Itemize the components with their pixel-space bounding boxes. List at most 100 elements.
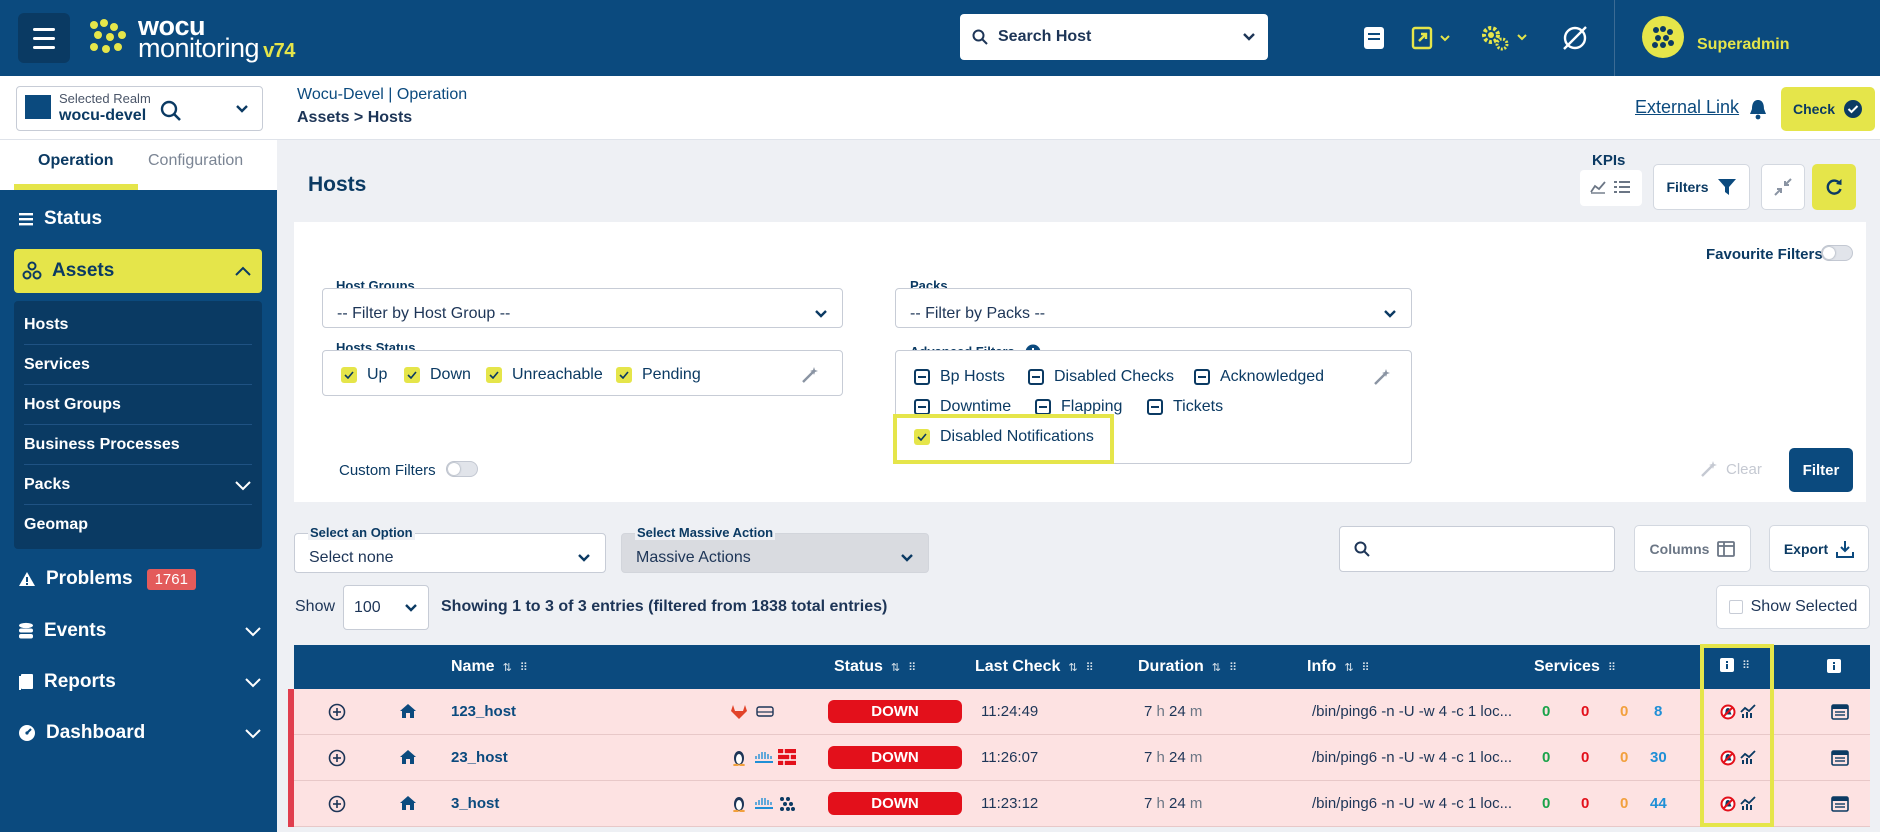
- column-header-duration[interactable]: Duration ⇅ ⠿: [1138, 658, 1237, 676]
- refresh-button[interactable]: [1812, 164, 1856, 210]
- show-selected-toggle[interactable]: Show Selected: [1716, 585, 1870, 629]
- drag-handle-icon[interactable]: ⠿: [1608, 661, 1616, 674]
- realm-search-icon[interactable]: [159, 99, 183, 123]
- sidebar-item-label: Assets: [52, 260, 115, 281]
- table-row[interactable]: 123_host DOWN 11:24:49 7 h 24 m /bin/pin…: [288, 689, 1870, 735]
- advanced-checkbox-acknowledged[interactable]: Acknowledged: [1194, 368, 1324, 386]
- filters-button[interactable]: Filters: [1653, 164, 1750, 210]
- services-total-count[interactable]: 8: [1654, 703, 1662, 720]
- drag-handle-icon[interactable]: ⠿: [908, 661, 916, 674]
- favourite-filters-toggle[interactable]: [1821, 245, 1853, 261]
- sidebar-item-dashboard[interactable]: Dashboard: [18, 718, 261, 748]
- details-icon[interactable]: [1831, 796, 1849, 812]
- details-icon[interactable]: [1831, 704, 1849, 720]
- table-row[interactable]: 23_host DOWN 11:26:07 7 h 24 m /bin/ping…: [288, 735, 1870, 781]
- info-square-icon[interactable]: [1827, 659, 1841, 673]
- chevron-down-icon[interactable]: [235, 104, 249, 114]
- columns-button[interactable]: Columns: [1634, 525, 1751, 572]
- page-size-select[interactable]: 100: [343, 585, 429, 630]
- drag-handle-icon[interactable]: ⠿: [1362, 661, 1370, 674]
- services-total-count[interactable]: 30: [1650, 749, 1667, 766]
- collapse-button[interactable]: [1761, 164, 1805, 210]
- column-header-name[interactable]: Name ⇅ ⠿: [451, 658, 528, 676]
- services-ok-count[interactable]: 0: [1542, 749, 1550, 766]
- filter-button[interactable]: Filter: [1789, 448, 1853, 492]
- settings-gears-icon[interactable]: [1480, 20, 1530, 56]
- magic-wand-icon[interactable]: [801, 366, 819, 384]
- user-avatar[interactable]: [1642, 16, 1684, 58]
- breadcrumb-context[interactable]: Wocu-Devel | Operation: [297, 86, 467, 104]
- open-external-icon[interactable]: [1410, 20, 1454, 56]
- kpis-toggle[interactable]: [1580, 170, 1642, 206]
- sidebar-item-packs[interactable]: Packs: [24, 465, 252, 505]
- status-checkbox-pending[interactable]: Pending: [616, 366, 701, 384]
- sort-icon[interactable]: ⇅: [1068, 661, 1077, 674]
- drag-handle-icon[interactable]: ⠿: [1229, 661, 1237, 674]
- services-total-count[interactable]: 44: [1650, 795, 1667, 812]
- disable-monitoring-icon[interactable]: [1560, 20, 1590, 56]
- status-checkbox-unreachable[interactable]: Unreachable: [486, 366, 603, 384]
- services-ok-count[interactable]: 0: [1542, 703, 1550, 720]
- status-checkbox-down[interactable]: Down: [404, 366, 471, 384]
- notes-icon[interactable]: [1362, 20, 1386, 56]
- table-row[interactable]: 3_host DOWN 11:23:12 7 h 24 m /bin/ping6…: [288, 781, 1870, 827]
- sort-icon[interactable]: ⇅: [1212, 661, 1221, 674]
- column-header-status[interactable]: Status ⇅ ⠿: [834, 658, 916, 676]
- services-ok-count[interactable]: 0: [1542, 795, 1550, 812]
- menu-toggle-button[interactable]: [18, 13, 70, 63]
- custom-filters-toggle[interactable]: [446, 461, 478, 477]
- sidebar-item-status[interactable]: Status: [18, 204, 102, 234]
- services-warning-count[interactable]: 0: [1620, 749, 1628, 766]
- host-name-link[interactable]: 23_host: [451, 749, 508, 766]
- host-groups-select[interactable]: -- Filter by Host Group --: [322, 288, 843, 328]
- advanced-checkbox-bp-hosts[interactable]: Bp Hosts: [914, 368, 1005, 386]
- sidebar-item-services[interactable]: Services: [24, 345, 252, 385]
- sidebar-item-events[interactable]: Events: [18, 616, 261, 646]
- sidebar-item-assets[interactable]: Assets: [14, 249, 262, 293]
- sort-icon[interactable]: ⇅: [891, 661, 900, 674]
- services-critical-count[interactable]: 0: [1581, 703, 1589, 720]
- check-button[interactable]: Check: [1781, 87, 1875, 131]
- sidebar-item-business-processes[interactable]: Business Processes: [24, 425, 252, 465]
- clear-button[interactable]: Clear: [1700, 460, 1762, 478]
- services-warning-count[interactable]: 0: [1620, 703, 1628, 720]
- drag-handle-icon[interactable]: ⠿: [1086, 661, 1094, 674]
- bell-icon[interactable]: [1748, 98, 1768, 120]
- services-warning-count[interactable]: 0: [1620, 795, 1628, 812]
- expand-row-icon[interactable]: [328, 795, 346, 813]
- realm-selector[interactable]: Selected Realm wocu-devel: [16, 86, 263, 131]
- advanced-checkbox-tickets[interactable]: Tickets: [1147, 398, 1223, 416]
- host-name-link[interactable]: 3_host: [451, 795, 499, 812]
- column-header-info[interactable]: Info ⇅ ⠿: [1307, 658, 1370, 676]
- expand-row-icon[interactable]: [328, 749, 346, 767]
- search-host-select[interactable]: Search Host: [960, 14, 1268, 60]
- drag-handle-icon[interactable]: ⠿: [520, 661, 528, 674]
- sort-icon[interactable]: ⇅: [1344, 661, 1353, 674]
- sidebar-item-geomap[interactable]: Geomap: [24, 505, 252, 545]
- packs-select[interactable]: -- Filter by Packs --: [895, 288, 1412, 328]
- external-link[interactable]: External Link: [1635, 97, 1739, 118]
- sidebar-item-reports[interactable]: Reports: [18, 667, 261, 697]
- column-header-last-check[interactable]: Last Check ⇅ ⠿: [975, 658, 1094, 676]
- sort-icon[interactable]: ⇅: [503, 661, 512, 674]
- user-name[interactable]: Superadmin: [1697, 36, 1789, 54]
- advanced-checkbox-disabled-checks[interactable]: Disabled Checks: [1028, 368, 1174, 386]
- sidebar-item-host-groups[interactable]: Host Groups: [24, 385, 252, 425]
- tab-configuration[interactable]: Configuration: [148, 152, 243, 170]
- expand-row-icon[interactable]: [328, 703, 346, 721]
- magic-wand-icon[interactable]: [1373, 368, 1391, 386]
- status-checkbox-up[interactable]: Up: [341, 366, 387, 384]
- column-header-services[interactable]: Services ⠿: [1534, 658, 1616, 676]
- chart-icon[interactable]: [1590, 180, 1606, 194]
- services-critical-count[interactable]: 0: [1581, 795, 1589, 812]
- tab-operation[interactable]: Operation: [38, 152, 114, 170]
- host-name-link[interactable]: 123_host: [451, 703, 516, 720]
- table-search-input[interactable]: [1339, 526, 1615, 572]
- home-icon: [400, 796, 416, 810]
- sidebar-item-problems[interactable]: Problems 1761: [18, 564, 196, 594]
- services-critical-count[interactable]: 0: [1581, 749, 1589, 766]
- sidebar-item-hosts[interactable]: Hosts: [24, 305, 252, 345]
- list-icon[interactable]: [1614, 180, 1630, 194]
- details-icon[interactable]: [1831, 750, 1849, 766]
- export-button[interactable]: Export: [1769, 525, 1869, 572]
